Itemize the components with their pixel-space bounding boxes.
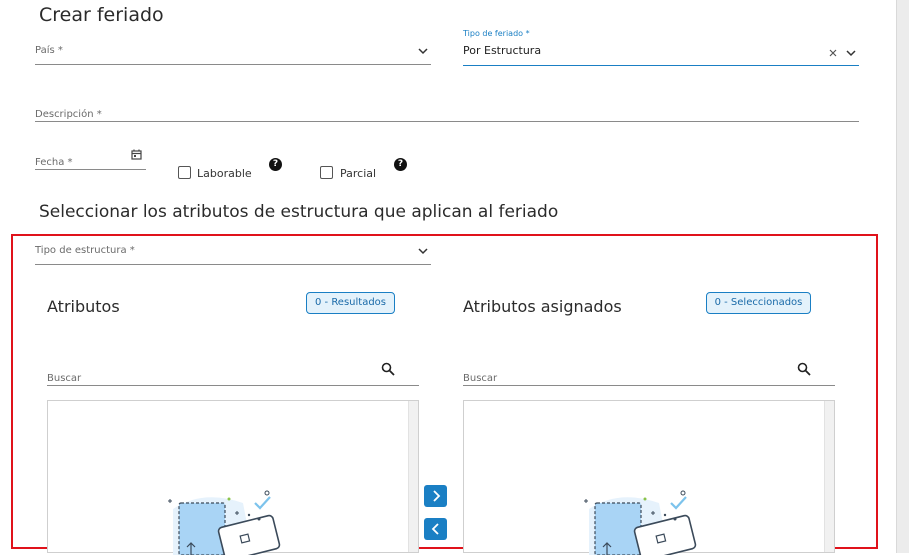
window-edge-scrollbar bbox=[896, 0, 909, 553]
pais-placeholder: País * bbox=[35, 45, 63, 56]
laborable-checkbox[interactable] bbox=[178, 166, 191, 179]
move-left-button[interactable] bbox=[424, 518, 447, 540]
empty-list-illustration bbox=[584, 490, 697, 555]
fecha-input[interactable]: Fecha * bbox=[35, 146, 146, 170]
atributos-search-placeholder: Buscar bbox=[47, 373, 82, 384]
fecha-placeholder: Fecha * bbox=[35, 157, 73, 168]
parcial-checkbox[interactable] bbox=[320, 166, 333, 179]
tipo-estructura-placeholder: Tipo de estructura * bbox=[35, 245, 135, 256]
empty-list-illustration bbox=[168, 490, 281, 555]
clear-icon[interactable] bbox=[829, 49, 837, 57]
help-icon[interactable]: ? bbox=[394, 158, 407, 171]
atributos-title: Atributos bbox=[47, 297, 120, 316]
descripcion-placeholder: Descripción * bbox=[35, 109, 102, 120]
chevron-down-icon[interactable] bbox=[845, 47, 857, 59]
atributos-list[interactable] bbox=[47, 400, 419, 555]
asignados-search-placeholder: Buscar bbox=[463, 373, 498, 384]
page-title: Crear feriado bbox=[39, 4, 164, 26]
search-icon[interactable] bbox=[797, 362, 811, 376]
arrow-right-icon bbox=[432, 490, 440, 502]
tipo-feriado-select[interactable]: Tipo de feriado * Por Estructura bbox=[463, 28, 859, 66]
chevron-down-icon[interactable] bbox=[417, 45, 429, 57]
laborable-label: Laborable bbox=[197, 167, 252, 180]
tipo-feriado-value: Por Estructura bbox=[463, 44, 542, 57]
resultados-badge: 0 - Resultados bbox=[306, 292, 395, 314]
descripcion-input[interactable]: Descripción * bbox=[35, 100, 859, 122]
tipo-estructura-select[interactable]: Tipo de estructura * bbox=[35, 238, 431, 265]
list-scrollbar[interactable] bbox=[824, 401, 834, 552]
tipo-feriado-label: Tipo de feriado * bbox=[463, 29, 530, 38]
asignados-list[interactable] bbox=[463, 400, 835, 555]
help-icon[interactable]: ? bbox=[269, 158, 282, 171]
search-icon[interactable] bbox=[381, 362, 395, 376]
list-scrollbar[interactable] bbox=[408, 401, 418, 552]
asignados-search-input[interactable]: Buscar bbox=[463, 360, 835, 386]
chevron-down-icon[interactable] bbox=[417, 245, 429, 257]
arrow-left-icon bbox=[431, 523, 439, 535]
calendar-icon[interactable] bbox=[131, 149, 142, 160]
atributos-search-input[interactable]: Buscar bbox=[47, 360, 419, 386]
move-right-button[interactable] bbox=[424, 485, 447, 507]
pais-select[interactable]: País * bbox=[35, 38, 431, 65]
parcial-label: Parcial bbox=[340, 167, 377, 180]
seleccionados-badge: 0 - Seleccionados bbox=[706, 292, 811, 314]
section-title: Seleccionar los atributos de estructura … bbox=[39, 202, 559, 222]
asignados-title: Atributos asignados bbox=[463, 297, 622, 316]
